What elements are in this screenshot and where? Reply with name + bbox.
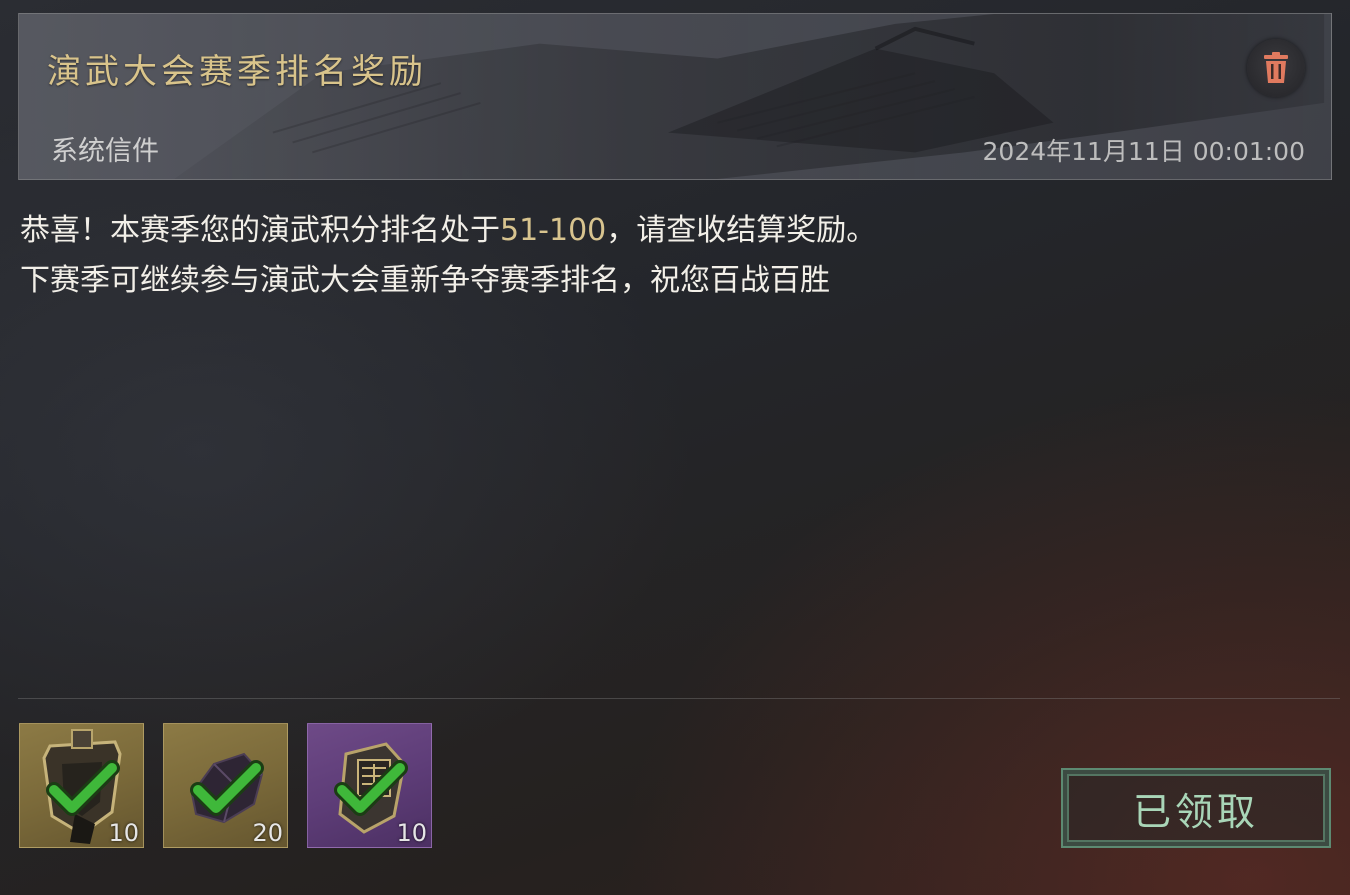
reward-item-3[interactable]: 10 bbox=[307, 723, 432, 848]
mail-title: 演武大会赛季排名奖励 bbox=[47, 52, 427, 92]
rank-range-highlight: 51-100 bbox=[500, 213, 607, 248]
trash-icon bbox=[1264, 52, 1288, 83]
divider bbox=[18, 698, 1340, 699]
delete-mail-button[interactable] bbox=[1247, 39, 1305, 97]
message-line-1: 恭喜！本赛季您的演武积分排名处于51-100，请查收结算奖励。 bbox=[20, 206, 876, 256]
reward-list: 10 20 10 bbox=[19, 723, 432, 848]
message-line-1-suffix: ，请查收结算奖励。 bbox=[606, 213, 877, 248]
reward-item-2[interactable]: 20 bbox=[163, 723, 288, 848]
reward-item-1[interactable]: 10 bbox=[19, 723, 144, 848]
reward-quantity: 20 bbox=[252, 819, 283, 847]
mail-sender: 系统信件 bbox=[51, 136, 159, 167]
claimed-button[interactable]: 已领取 bbox=[1061, 768, 1331, 848]
mail-timestamp: 2024年11月11日 00:01:00 bbox=[982, 137, 1305, 166]
message-line-1-prefix: 恭喜！本赛季您的演武积分排名处于 bbox=[20, 213, 500, 248]
reward-quantity: 10 bbox=[396, 819, 427, 847]
reward-quantity: 10 bbox=[108, 819, 139, 847]
mail-header: 演武大会赛季排名奖励 系统信件 2024年11月11日 00:01:00 bbox=[18, 13, 1332, 180]
message-line-2: 下赛季可继续参与演武大会重新争夺赛季排名，祝您百战百胜 bbox=[20, 263, 830, 298]
mail-message: 恭喜！本赛季您的演武积分排名处于51-100，请查收结算奖励。 下赛季可继续参与… bbox=[20, 206, 876, 306]
